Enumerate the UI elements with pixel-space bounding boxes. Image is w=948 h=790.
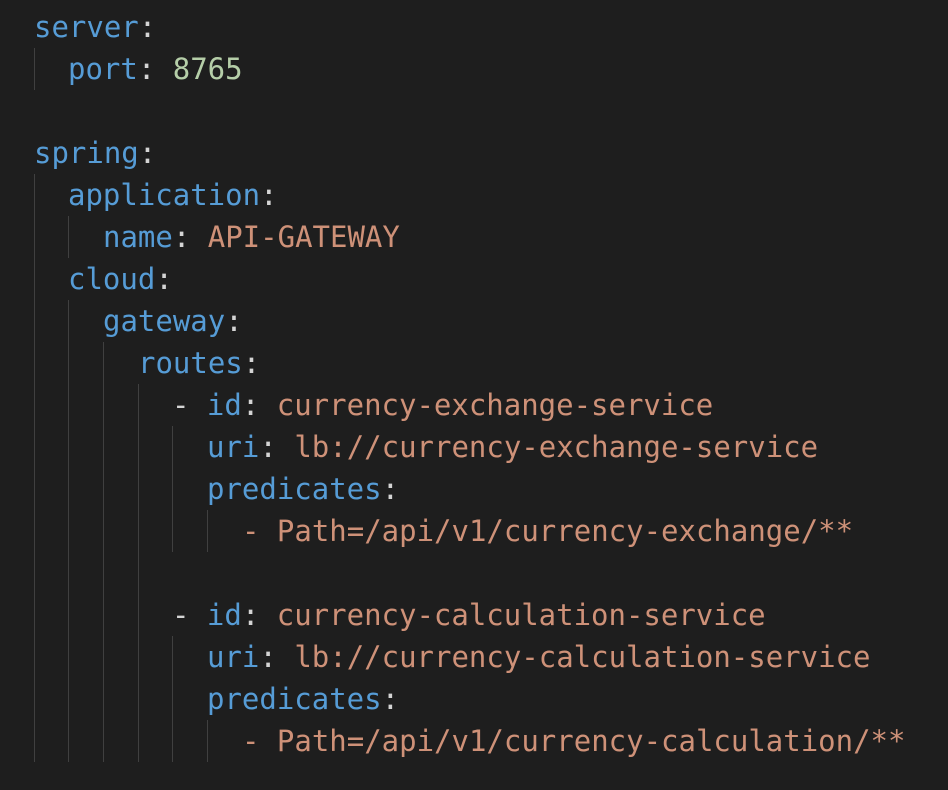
indent-guide (34, 174, 35, 762)
yaml-colon: : (381, 472, 400, 506)
yaml-string-value: lb://currency-calculation-service (294, 640, 871, 674)
yaml-key: routes (138, 346, 243, 380)
indent-guide (172, 426, 173, 552)
indent-guide (68, 300, 69, 762)
indent-guide (207, 720, 208, 762)
code-line-cloud: cloud: (68, 258, 173, 300)
code-line-gateway: gateway: (103, 300, 243, 342)
code-line-routes: routes: (138, 342, 260, 384)
code-line-route-uri: uri: lb://currency-calculation-service (207, 636, 870, 678)
yaml-key: name (103, 220, 173, 254)
yaml-number-value: 8765 (172, 52, 243, 86)
indent-guide (103, 342, 104, 762)
code-line-port: port: 8765 (68, 48, 243, 90)
code-line-application: application: (68, 174, 278, 216)
yaml-key: port (68, 52, 138, 86)
indent-guide (138, 384, 139, 762)
yaml-key: cloud (68, 262, 156, 296)
code-line-server: server: (34, 6, 156, 48)
yaml-list-dash: - (172, 598, 207, 632)
yaml-colon: : (381, 682, 400, 716)
yaml-key: predicates (207, 682, 382, 716)
code-line-route-predicate-item: - Path=/api/v1/currency-calculation/** (242, 724, 906, 758)
yaml-list-dash: - (172, 388, 207, 422)
yaml-key: server (34, 10, 139, 44)
yaml-colon: : (138, 10, 157, 44)
code-line-route-uri: uri: lb://currency-exchange-service (207, 426, 818, 468)
yaml-colon: : (242, 346, 261, 380)
code-editor[interactable]: server: port: 8765 spring: application: … (0, 0, 948, 790)
code-line-route-predicates: predicates: (207, 678, 399, 720)
indent-guide (34, 48, 35, 90)
code-line-route-id: - id: currency-calculation-service (172, 594, 766, 636)
code-line-route-predicates: predicates: (207, 468, 399, 510)
yaml-colon: : (155, 262, 173, 296)
yaml-colon: : (259, 430, 295, 464)
code-line-spring: spring: (34, 132, 156, 174)
yaml-key: uri (207, 430, 260, 464)
yaml-key: id (206, 388, 242, 422)
indent-guide (207, 510, 208, 552)
yaml-colon: : (138, 136, 157, 170)
yaml-key: application (68, 178, 261, 212)
yaml-colon: : (225, 304, 243, 338)
code-line-route-predicate-item: - Path=/api/v1/currency-exchange/** (242, 514, 854, 548)
yaml-string-value: currency-calculation-service (276, 598, 766, 632)
yaml-key: spring (34, 136, 139, 170)
yaml-colon: : (260, 178, 278, 212)
yaml-colon: : (259, 640, 295, 674)
yaml-colon: : (137, 52, 173, 86)
yaml-string-value: API-GATEWAY (207, 220, 400, 254)
yaml-colon: : (172, 220, 208, 254)
yaml-key: id (206, 598, 242, 632)
indent-guide (68, 216, 69, 258)
yaml-colon: : (241, 598, 277, 632)
yaml-key: predicates (207, 472, 382, 506)
code-line-name: name: API-GATEWAY (103, 216, 400, 258)
yaml-string-value: lb://currency-exchange-service (294, 430, 819, 464)
yaml-key: gateway (103, 304, 226, 338)
yaml-string-value: currency-exchange-service (276, 388, 714, 422)
indent-guide (172, 636, 173, 762)
yaml-key: uri (207, 640, 260, 674)
code-line-route-id: - id: currency-exchange-service (172, 384, 713, 426)
yaml-colon: : (241, 388, 277, 422)
